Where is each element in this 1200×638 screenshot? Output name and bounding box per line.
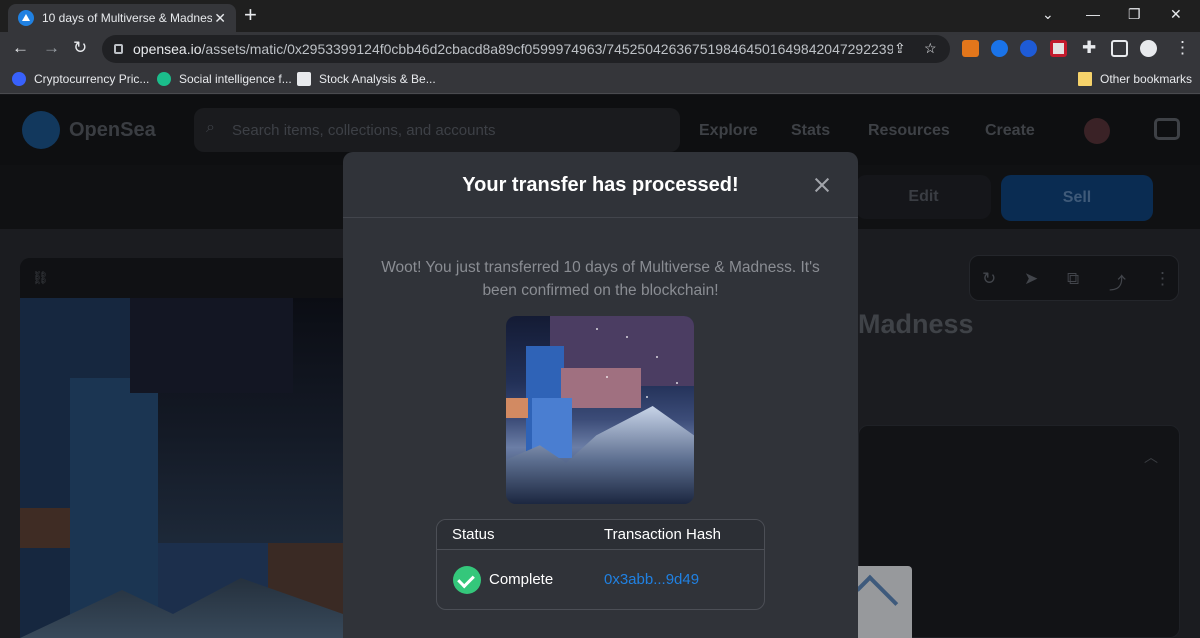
browser-tab-strip: 10 days of Multiverse & Madness ✕ + ⌄ — … bbox=[0, 0, 1200, 32]
extension-icon[interactable] bbox=[1050, 40, 1067, 57]
tab-title: 10 days of Multiverse & Madness bbox=[42, 11, 212, 25]
share-icon[interactable]: ⤴ bbox=[1109, 269, 1126, 294]
search-icon: ⌕ bbox=[206, 119, 215, 136]
opensea-favicon-icon bbox=[18, 10, 34, 26]
transfer-icon[interactable]: ➤ bbox=[1024, 269, 1038, 289]
bookmark-item[interactable]: Stock Analysis & Be... bbox=[297, 72, 436, 86]
url-host: opensea.io bbox=[133, 41, 202, 57]
nav-explore[interactable]: Explore bbox=[699, 122, 758, 140]
modal-message: Woot! You just transferred 10 days of Mu… bbox=[381, 259, 820, 299]
chain-icon: ⛓ bbox=[32, 270, 49, 285]
nav-stats[interactable]: Stats bbox=[791, 122, 830, 140]
opensea-logo-icon[interactable] bbox=[22, 111, 60, 149]
address-bar[interactable]: opensea.io/assets/matic/0x2953399124f0cb… bbox=[102, 35, 950, 63]
item-image-header: ⛓ bbox=[20, 258, 360, 298]
item-actions-toolbar: ↻ ➤ ⧉ ⤴ ⋮ bbox=[969, 255, 1179, 301]
new-tab-button[interactable]: + bbox=[244, 4, 257, 26]
modal-header: Your transfer has processed! bbox=[343, 152, 858, 218]
back-icon[interactable]: ← bbox=[12, 39, 29, 57]
table-header: Status Transaction Hash bbox=[437, 520, 764, 550]
extension-icon[interactable] bbox=[991, 40, 1008, 57]
brand-name[interactable]: OpenSea bbox=[69, 119, 156, 142]
wallet-icon[interactable] bbox=[1154, 118, 1180, 140]
coinmarketcap-icon bbox=[12, 72, 26, 86]
arrow-up-icon bbox=[855, 574, 899, 618]
item-image-panel: ⛓ bbox=[20, 258, 360, 638]
transfer-status-table: Status Transaction Hash Complete 0x3abb.… bbox=[436, 519, 765, 610]
status-value: Complete bbox=[489, 571, 554, 588]
sell-button[interactable]: Sell bbox=[1001, 175, 1153, 221]
url-path: /assets/matic/0x2953399124f0cbb46d2cbacd… bbox=[201, 41, 893, 57]
bookmark-item[interactable]: Social intelligence f... bbox=[157, 72, 292, 86]
browser-toolbar: ← → ↻ opensea.io/assets/matic/0x29533991… bbox=[0, 32, 1200, 66]
menu-kebab-icon[interactable]: ⋮ bbox=[1174, 39, 1191, 57]
edit-button[interactable]: Edit bbox=[856, 175, 991, 219]
more-options-icon[interactable]: ⋮ bbox=[1154, 269, 1171, 289]
other-bookmarks[interactable]: Other bookmarks bbox=[1078, 72, 1192, 86]
search-input[interactable]: Search items, collections, and accounts bbox=[194, 108, 680, 152]
item-title: Madness bbox=[858, 309, 974, 339]
bookmark-star-icon[interactable]: ☆ bbox=[924, 40, 937, 57]
bookmark-label: Social intelligence f... bbox=[179, 72, 292, 86]
side-panel-icon[interactable] bbox=[1111, 40, 1128, 57]
chevron-up-icon[interactable]: ︿ bbox=[1144, 447, 1158, 467]
tab-close-icon[interactable]: ✕ bbox=[214, 10, 226, 27]
item-artwork[interactable] bbox=[20, 298, 360, 638]
check-circle-icon bbox=[453, 566, 481, 594]
close-icon[interactable] bbox=[811, 174, 833, 196]
nft-image bbox=[506, 316, 694, 504]
account-avatar-icon[interactable] bbox=[1084, 118, 1110, 144]
stock-analysis-icon bbox=[297, 72, 311, 86]
minimize-icon[interactable]: — bbox=[1086, 6, 1100, 22]
column-header-status: Status bbox=[452, 526, 495, 543]
bookmarks-bar: Cryptocurrency Pric... Social intelligen… bbox=[0, 66, 1200, 94]
share-icon[interactable]: ⇪ bbox=[894, 40, 906, 57]
browser-tab[interactable]: 10 days of Multiverse & Madness ✕ bbox=[8, 4, 236, 32]
transfer-success-modal: Your transfer has processed! Woot! You j… bbox=[343, 152, 858, 638]
forward-icon[interactable]: → bbox=[43, 39, 60, 57]
metamask-extension-icon[interactable] bbox=[962, 40, 979, 57]
extension-icon[interactable] bbox=[1020, 40, 1037, 57]
nav-create[interactable]: Create bbox=[985, 122, 1035, 140]
close-window-icon[interactable]: ✕ bbox=[1170, 6, 1182, 23]
tab-search-icon[interactable]: ⌄ bbox=[1042, 6, 1054, 23]
extensions-puzzle-icon[interactable]: ✚ bbox=[1082, 39, 1096, 57]
bookmark-label: Cryptocurrency Pric... bbox=[34, 72, 150, 86]
profile-avatar-icon[interactable] bbox=[1140, 40, 1157, 57]
modal-title: Your transfer has processed! bbox=[462, 174, 739, 196]
refresh-icon[interactable]: ↻ bbox=[982, 269, 996, 289]
nav-resources[interactable]: Resources bbox=[868, 122, 950, 140]
reload-icon[interactable]: ↻ bbox=[73, 39, 87, 57]
external-link-icon[interactable]: ⧉ bbox=[1067, 269, 1079, 289]
folder-icon bbox=[1078, 72, 1092, 86]
transaction-hash-link[interactable]: 0x3abb...9d49 bbox=[604, 571, 699, 588]
lunarcrush-icon bbox=[157, 72, 171, 86]
bookmark-item[interactable]: Cryptocurrency Pric... bbox=[12, 72, 149, 86]
column-header-hash: Transaction Hash bbox=[604, 526, 721, 543]
other-bookmarks-label: Other bookmarks bbox=[1100, 72, 1193, 86]
restore-icon[interactable]: ❐ bbox=[1128, 6, 1141, 23]
bookmark-label: Stock Analysis & Be... bbox=[319, 72, 436, 86]
lock-icon bbox=[114, 44, 123, 54]
